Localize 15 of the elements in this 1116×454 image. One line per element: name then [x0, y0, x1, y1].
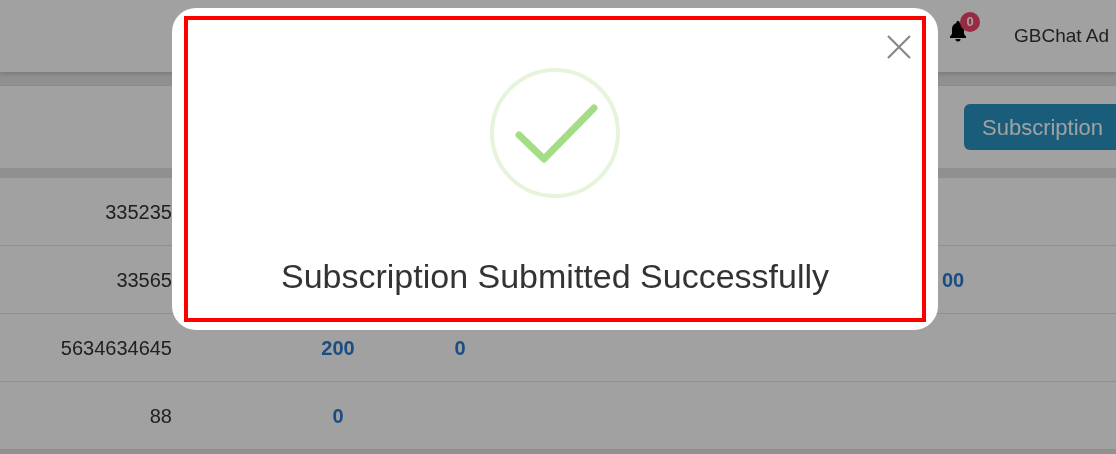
- subscription-button[interactable]: Subscription: [964, 104, 1116, 150]
- table-cell[interactable]: 00: [942, 264, 965, 295]
- table-cell-text: 88: [148, 403, 172, 429]
- close-icon: [886, 34, 912, 60]
- notification-badge: 0: [960, 12, 980, 32]
- success-check-icon: [489, 67, 621, 199]
- bell-icon[interactable]: [948, 20, 968, 42]
- table-cell-text: 5634634645: [59, 335, 172, 361]
- table-cell[interactable]: 200: [300, 332, 376, 363]
- user-name[interactable]: GBChat Ad: [1014, 21, 1116, 51]
- success-message: Subscription Submitted Successfully: [280, 256, 829, 297]
- table-cell[interactable]: 0: [300, 400, 376, 431]
- table-cell[interactable]: 0: [420, 332, 500, 363]
- table-cell-text: 33565: [115, 267, 172, 293]
- table-cell-text: 335235: [104, 199, 172, 225]
